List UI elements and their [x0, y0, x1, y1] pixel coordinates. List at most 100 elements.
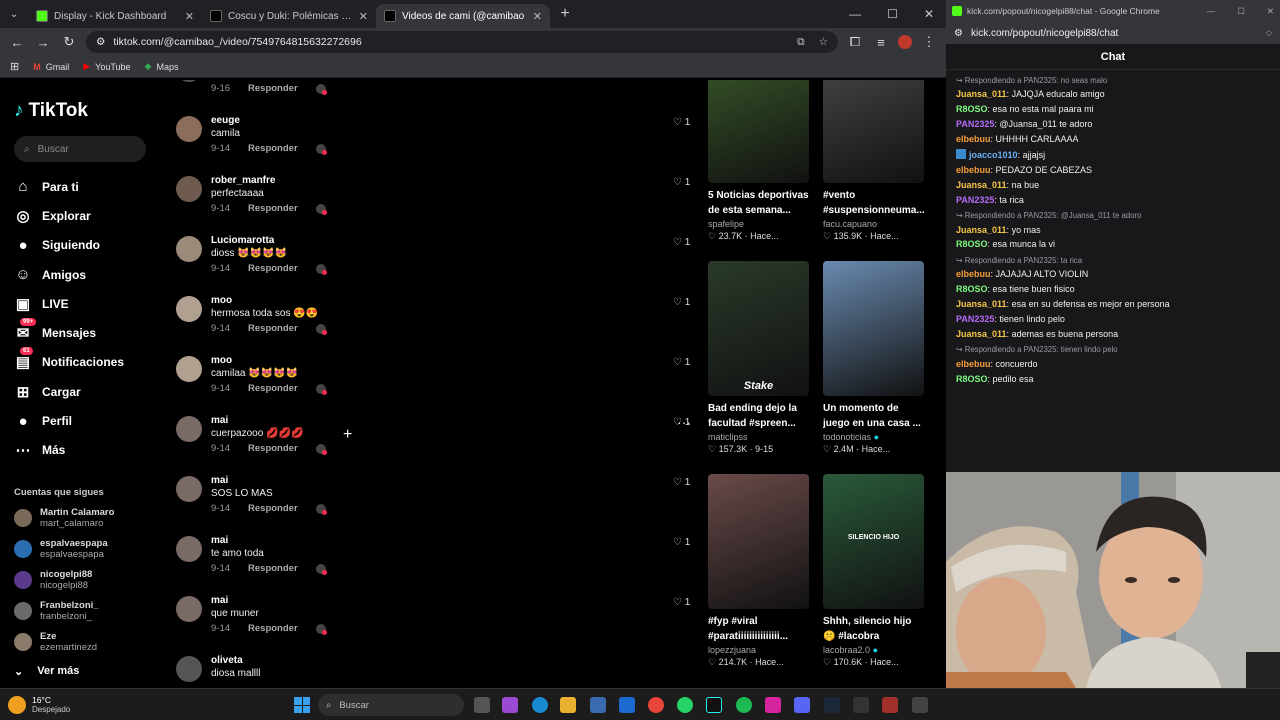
comment-username[interactable]: mai [211, 475, 228, 486]
video-thumbnail[interactable] [708, 474, 809, 609]
minimize-icon[interactable]: — [1207, 6, 1216, 17]
chat-username[interactable]: Juansa_011 [956, 180, 1007, 190]
reply-button[interactable]: Responder [248, 143, 298, 154]
video-card[interactable]: SILENCIO HIJO Shhh, silencio hijo 🤫 #lac… [823, 474, 924, 668]
edge-icon[interactable] [532, 697, 548, 713]
store-icon[interactable] [590, 697, 606, 713]
comment-username[interactable]: mai [211, 595, 228, 606]
video-author[interactable]: lopezzjuana [708, 645, 809, 655]
chat-username[interactable]: PAN2325 [956, 119, 994, 129]
video-title[interactable]: Shhh, silencio hijo 🤫 #lacobra [823, 614, 924, 644]
reply-button[interactable]: Responder [248, 623, 298, 634]
close-icon[interactable]: ✕ [1267, 6, 1274, 17]
avatar[interactable] [176, 596, 202, 622]
copilot-icon[interactable] [502, 697, 518, 713]
video-author[interactable]: todonoticias ● [823, 432, 924, 442]
chat-username[interactable]: R8OSO [956, 284, 988, 294]
chat-username[interactable]: elbebuu [956, 269, 991, 279]
bookmark-youtube[interactable]: ▶ YouTube [83, 61, 130, 72]
video-thumbnail[interactable]: Stake [708, 261, 809, 396]
reply-button[interactable]: Responder [248, 323, 298, 334]
following-account[interactable]: Martin Calamaro mart_calamaro [14, 507, 146, 529]
extensions-icon[interactable]: ⧠ [846, 34, 864, 50]
site-info-icon[interactable]: ⚙ [954, 28, 963, 39]
video-title[interactable]: #fyp #viral #paratiiiiiiiiiiiiiii... [708, 614, 809, 644]
comment-like-button[interactable]: ♡ 1 [673, 537, 690, 548]
menu-icon[interactable]: ⋮ [920, 34, 938, 50]
search-input[interactable]: ⌕ Buscar [14, 136, 146, 162]
chrome-icon[interactable] [648, 697, 664, 713]
comment-like-button[interactable]: ♡ 1 [673, 597, 690, 608]
steam-icon[interactable] [824, 697, 840, 713]
reply-button[interactable]: Responder [248, 503, 298, 514]
nav-item[interactable]: ● Siguiendo [14, 231, 146, 260]
chat-username[interactable]: Juansa_011 [956, 299, 1007, 309]
apps-icon[interactable]: ⊞ [10, 60, 19, 73]
video-card[interactable]: Stake Bad ending dejo la facultad #spree… [708, 261, 809, 455]
comment-like-button[interactable]: ♡ 1 [673, 477, 690, 488]
bookmark-star-icon[interactable]: ☆ [819, 36, 828, 49]
avatar[interactable] [176, 656, 202, 682]
avatar[interactable] [176, 116, 202, 142]
maximize-icon[interactable]: ☐ [1237, 6, 1245, 17]
video-title[interactable]: 5 Noticias deportivas de esta semana... [708, 188, 809, 218]
see-more-button[interactable]: ⌄ Ver más [14, 665, 146, 678]
nav-item[interactable]: ⌂ Para ti [14, 172, 146, 201]
weather-widget[interactable]: 16°C Despejado [8, 695, 70, 715]
comment-like-button[interactable]: ♡ 1 [673, 357, 690, 368]
chat-username[interactable]: elbebuu [956, 134, 991, 144]
avatar[interactable] [176, 536, 202, 562]
nav-item[interactable]: ▤ 61 Notificaciones [14, 347, 146, 377]
obs-icon[interactable] [912, 697, 928, 713]
avatar[interactable] [176, 296, 202, 322]
video-title[interactable]: #vento #suspensionneuma... [823, 188, 924, 218]
forward-icon[interactable]: → [34, 35, 52, 50]
discord-icon[interactable] [794, 697, 810, 713]
epic-games-icon[interactable] [853, 697, 869, 713]
comment-username[interactable]: moo [211, 355, 232, 366]
bookmark-gmail[interactable]: M Gmail [33, 62, 69, 72]
following-account[interactable]: Franbelzoni_ franbelzoni_ [14, 600, 146, 622]
nav-item[interactable]: ▣ LIVE [14, 289, 146, 318]
video-card[interactable]: #fyp #viral #paratiiiiiiiiiiiiiii... lop… [708, 474, 809, 668]
chat-username[interactable]: R8OSO [956, 239, 988, 249]
bookmark-maps[interactable]: ◆ Maps [145, 61, 179, 72]
comment-username[interactable]: rober_manfre [211, 175, 275, 186]
video-author[interactable]: spafelipe [708, 219, 809, 229]
reply-button[interactable]: Responder [248, 83, 298, 94]
comment-username[interactable]: oliveta [211, 655, 243, 666]
avatar[interactable] [176, 476, 202, 502]
reply-button[interactable]: Responder [248, 263, 298, 274]
comment-username[interactable]: eeuge [211, 115, 240, 126]
back-icon[interactable]: ← [8, 35, 26, 50]
nav-item[interactable]: ☺ Amigos [14, 260, 146, 289]
avatar[interactable] [176, 80, 202, 82]
more-options-icon[interactable]: ··· [677, 414, 691, 430]
comment-like-button[interactable]: ♡ 1 [673, 117, 690, 128]
minimize-icon[interactable]: — [849, 7, 861, 21]
outlook-icon[interactable] [619, 697, 635, 713]
nav-item[interactable]: ⊞ Cargar [14, 377, 146, 406]
url-field[interactable]: ⚙ tiktok.com/@camibao_/video/75497648156… [86, 31, 838, 53]
whatsapp-icon[interactable] [677, 697, 693, 713]
video-author[interactable]: lacobraa2.0 ● [823, 645, 924, 655]
avatar[interactable] [176, 236, 202, 262]
tiktok-logo[interactable]: ♪ TikTok [14, 100, 146, 122]
close-tab-icon[interactable]: ✕ [185, 10, 194, 23]
comment-like-button[interactable]: ♡ 1 [673, 297, 690, 308]
instagram-icon[interactable] [765, 697, 781, 713]
comment-like-button[interactable]: ♡ 1 [673, 237, 690, 248]
video-card[interactable]: 5 Noticias deportivas de esta semana... … [708, 80, 809, 242]
video-author[interactable]: maticlipss [708, 432, 809, 442]
maximize-icon[interactable]: ☐ [887, 7, 898, 21]
nav-item[interactable]: ◎ Explorar [14, 201, 146, 230]
video-thumbnail[interactable]: SILENCIO HIJO [823, 474, 924, 609]
video-card[interactable]: #vento #suspensionneuma... facu.capuano … [823, 80, 924, 242]
new-tab-button[interactable]: + [550, 5, 580, 23]
comment-username[interactable]: mai [211, 535, 228, 546]
reply-button[interactable]: Responder [248, 563, 298, 574]
chat-username[interactable]: Juansa_011 [956, 329, 1007, 339]
chat-username[interactable]: elbebuu [956, 359, 991, 369]
close-icon[interactable]: ✕ [924, 7, 934, 21]
comment-like-button[interactable]: ♡ 1 [673, 177, 690, 188]
